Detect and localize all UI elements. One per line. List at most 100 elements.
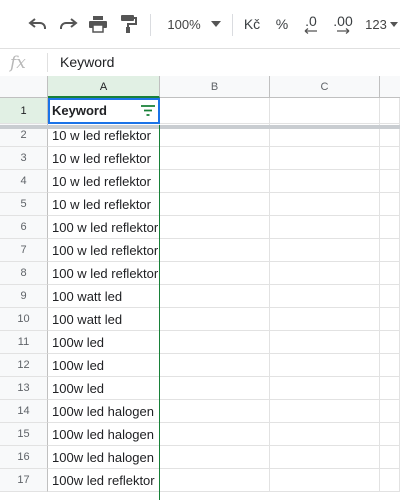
cell-a[interactable]: 100 w led reflektor: [48, 262, 160, 285]
cell-b[interactable]: [160, 423, 270, 446]
more-formats-button[interactable]: 123: [364, 12, 388, 36]
column-header-a[interactable]: A: [48, 76, 160, 98]
row-header[interactable]: 11: [0, 331, 48, 354]
cell-d[interactable]: [380, 216, 400, 239]
row-header[interactable]: 1: [0, 98, 48, 124]
cell-a[interactable]: 100 w led reflektor: [48, 216, 160, 239]
undo-icon[interactable]: [26, 12, 50, 36]
cell-b[interactable]: [160, 400, 270, 423]
cell-c[interactable]: [270, 469, 380, 492]
cell-c[interactable]: [270, 400, 380, 423]
cell-c[interactable]: [270, 170, 380, 193]
row-header[interactable]: 12: [0, 354, 48, 377]
cell-d[interactable]: [380, 446, 400, 469]
formula-input[interactable]: Keyword: [60, 54, 114, 70]
cell-b[interactable]: [160, 216, 270, 239]
cell-b[interactable]: [160, 377, 270, 400]
cell-c1[interactable]: [270, 98, 380, 124]
cell-c[interactable]: [270, 377, 380, 400]
paint-format-icon[interactable]: [116, 12, 140, 36]
cell-c[interactable]: [270, 262, 380, 285]
row-header[interactable]: 3: [0, 147, 48, 170]
row-header[interactable]: 6: [0, 216, 48, 239]
cell-c[interactable]: [270, 285, 380, 308]
cell-c[interactable]: [270, 308, 380, 331]
cell-b1[interactable]: [160, 98, 270, 124]
cell-b[interactable]: [160, 354, 270, 377]
frozen-row-divider[interactable]: [0, 125, 400, 129]
cell-a[interactable]: 100w led halogen: [48, 400, 160, 423]
cell-b[interactable]: [160, 262, 270, 285]
cell-a[interactable]: 100w led: [48, 377, 160, 400]
cell-d[interactable]: [380, 469, 400, 492]
row-header[interactable]: 5: [0, 193, 48, 216]
cell-d[interactable]: [380, 400, 400, 423]
cell-c[interactable]: [270, 239, 380, 262]
row-header[interactable]: 9: [0, 285, 48, 308]
cell-a[interactable]: 100 watt led: [48, 285, 160, 308]
cell-a[interactable]: 100w led: [48, 331, 160, 354]
cell-d[interactable]: [380, 308, 400, 331]
cell-a[interactable]: 100w led halogen: [48, 446, 160, 469]
cell-c[interactable]: [270, 193, 380, 216]
cell-b[interactable]: [160, 469, 270, 492]
zoom-select[interactable]: 100%: [164, 12, 204, 36]
cell-b[interactable]: [160, 170, 270, 193]
row-header[interactable]: 7: [0, 239, 48, 262]
cell-a[interactable]: 10 w led reflektor: [48, 147, 160, 170]
cell-a[interactable]: 10 w led reflektor: [48, 170, 160, 193]
cell-d[interactable]: [380, 262, 400, 285]
cell-c[interactable]: [270, 216, 380, 239]
cell-b[interactable]: [160, 239, 270, 262]
cell-d[interactable]: [380, 377, 400, 400]
chevron-down-icon[interactable]: [208, 12, 224, 36]
cell-b[interactable]: [160, 331, 270, 354]
cell-a[interactable]: 100w led: [48, 354, 160, 377]
cell-a[interactable]: 100 watt led: [48, 308, 160, 331]
cell-a[interactable]: 100w led reflektor: [48, 469, 160, 492]
cell-a[interactable]: 100w led halogen: [48, 423, 160, 446]
cell-d[interactable]: [380, 331, 400, 354]
cell-d[interactable]: [380, 423, 400, 446]
cell-c[interactable]: [270, 331, 380, 354]
cell-d[interactable]: [380, 193, 400, 216]
row-header[interactable]: 10: [0, 308, 48, 331]
cell-b[interactable]: [160, 147, 270, 170]
filter-icon[interactable]: [141, 105, 155, 117]
cell-d[interactable]: [380, 354, 400, 377]
row-header[interactable]: 16: [0, 446, 48, 469]
cell-d[interactable]: [380, 147, 400, 170]
cell-c[interactable]: [270, 446, 380, 469]
cell-b[interactable]: [160, 308, 270, 331]
more-formats-chevron-icon[interactable]: [389, 12, 399, 36]
row-header[interactable]: 8: [0, 262, 48, 285]
cell-d[interactable]: [380, 285, 400, 308]
row-header[interactable]: 4: [0, 170, 48, 193]
cell-a[interactable]: 10 w led reflektor: [48, 193, 160, 216]
cell-c[interactable]: [270, 354, 380, 377]
cell-b[interactable]: [160, 446, 270, 469]
print-icon[interactable]: [86, 12, 110, 36]
cell-b[interactable]: [160, 193, 270, 216]
select-all-corner[interactable]: [0, 76, 48, 98]
cell-d[interactable]: [380, 170, 400, 193]
cell-d1[interactable]: [380, 98, 400, 124]
cell-a[interactable]: 100 w led reflektor: [48, 239, 160, 262]
increase-decimals-button[interactable]: .00: [328, 12, 358, 36]
cell-d[interactable]: [380, 239, 400, 262]
cell-c[interactable]: [270, 423, 380, 446]
column-header-d[interactable]: [380, 76, 400, 98]
row-header[interactable]: 15: [0, 423, 48, 446]
format-percent-button[interactable]: %: [272, 12, 292, 36]
cell-b[interactable]: [160, 285, 270, 308]
column-header-b[interactable]: B: [160, 76, 270, 98]
row-header[interactable]: 13: [0, 377, 48, 400]
table-row: 4 10 w led reflektor: [0, 170, 400, 193]
row-header[interactable]: 14: [0, 400, 48, 423]
row-header[interactable]: 17: [0, 469, 48, 492]
cell-c[interactable]: [270, 147, 380, 170]
format-currency-button[interactable]: Kč: [240, 12, 264, 36]
redo-icon[interactable]: [56, 12, 80, 36]
column-header-c[interactable]: C: [270, 76, 380, 98]
decrease-decimals-button[interactable]: .0: [298, 12, 324, 36]
